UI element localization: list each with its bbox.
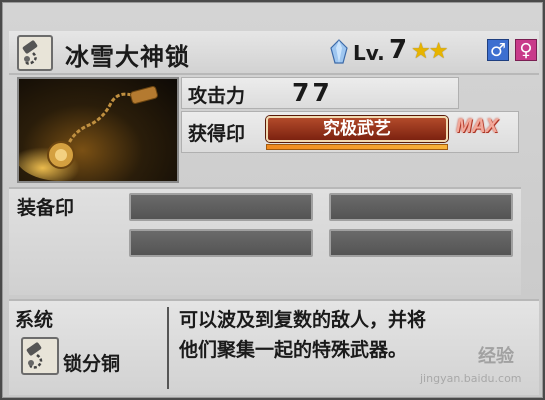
level-value: 7 bbox=[389, 35, 408, 65]
rarity-stars: ★★ bbox=[411, 39, 448, 64]
seal-progress-bar bbox=[266, 144, 448, 150]
equip-slot-4[interactable] bbox=[329, 229, 513, 257]
seal-badge[interactable]: 究极武艺 bbox=[266, 116, 448, 142]
system-label: 系统 bbox=[15, 309, 54, 331]
attack-value: 77 bbox=[292, 78, 333, 107]
weapon-type-name: 锁分铜 bbox=[63, 353, 121, 375]
female-icon: ♀ bbox=[515, 39, 537, 61]
weapon-header: 冰雪大神锁 Lv. 7 ★★ ♂ ♀ bbox=[9, 31, 539, 75]
crystal-icon bbox=[329, 39, 349, 65]
seal-max-label: MAX bbox=[456, 116, 499, 137]
attack-label: 攻击力 bbox=[188, 85, 246, 107]
weapon-title: 冰雪大神锁 bbox=[65, 43, 190, 71]
description-line-1: 可以波及到复数的敌人，并将 bbox=[179, 309, 427, 331]
equip-section: 装备印 bbox=[9, 187, 521, 295]
seal-row: 获得印 究极武艺 MAX bbox=[181, 111, 519, 153]
watermark: 经验 jingyan.baidu.com bbox=[420, 336, 540, 392]
male-icon: ♂ bbox=[487, 39, 509, 61]
chain-weapon-icon bbox=[21, 337, 59, 375]
attack-row: 攻击力 77 bbox=[181, 77, 459, 109]
equip-slot-1[interactable] bbox=[129, 193, 313, 221]
section-divider bbox=[167, 307, 169, 389]
seal-label: 获得印 bbox=[188, 123, 246, 145]
weapon-image bbox=[17, 77, 179, 183]
equip-slot-2[interactable] bbox=[329, 193, 513, 221]
watermark-url: jingyan.baidu.com bbox=[420, 372, 522, 385]
chain-weapon-icon bbox=[17, 35, 53, 71]
equip-label: 装备印 bbox=[17, 197, 75, 219]
level-label: Lv. bbox=[353, 41, 385, 65]
watermark-brand: 经验 bbox=[478, 346, 514, 367]
equip-slot-3[interactable] bbox=[129, 229, 313, 257]
